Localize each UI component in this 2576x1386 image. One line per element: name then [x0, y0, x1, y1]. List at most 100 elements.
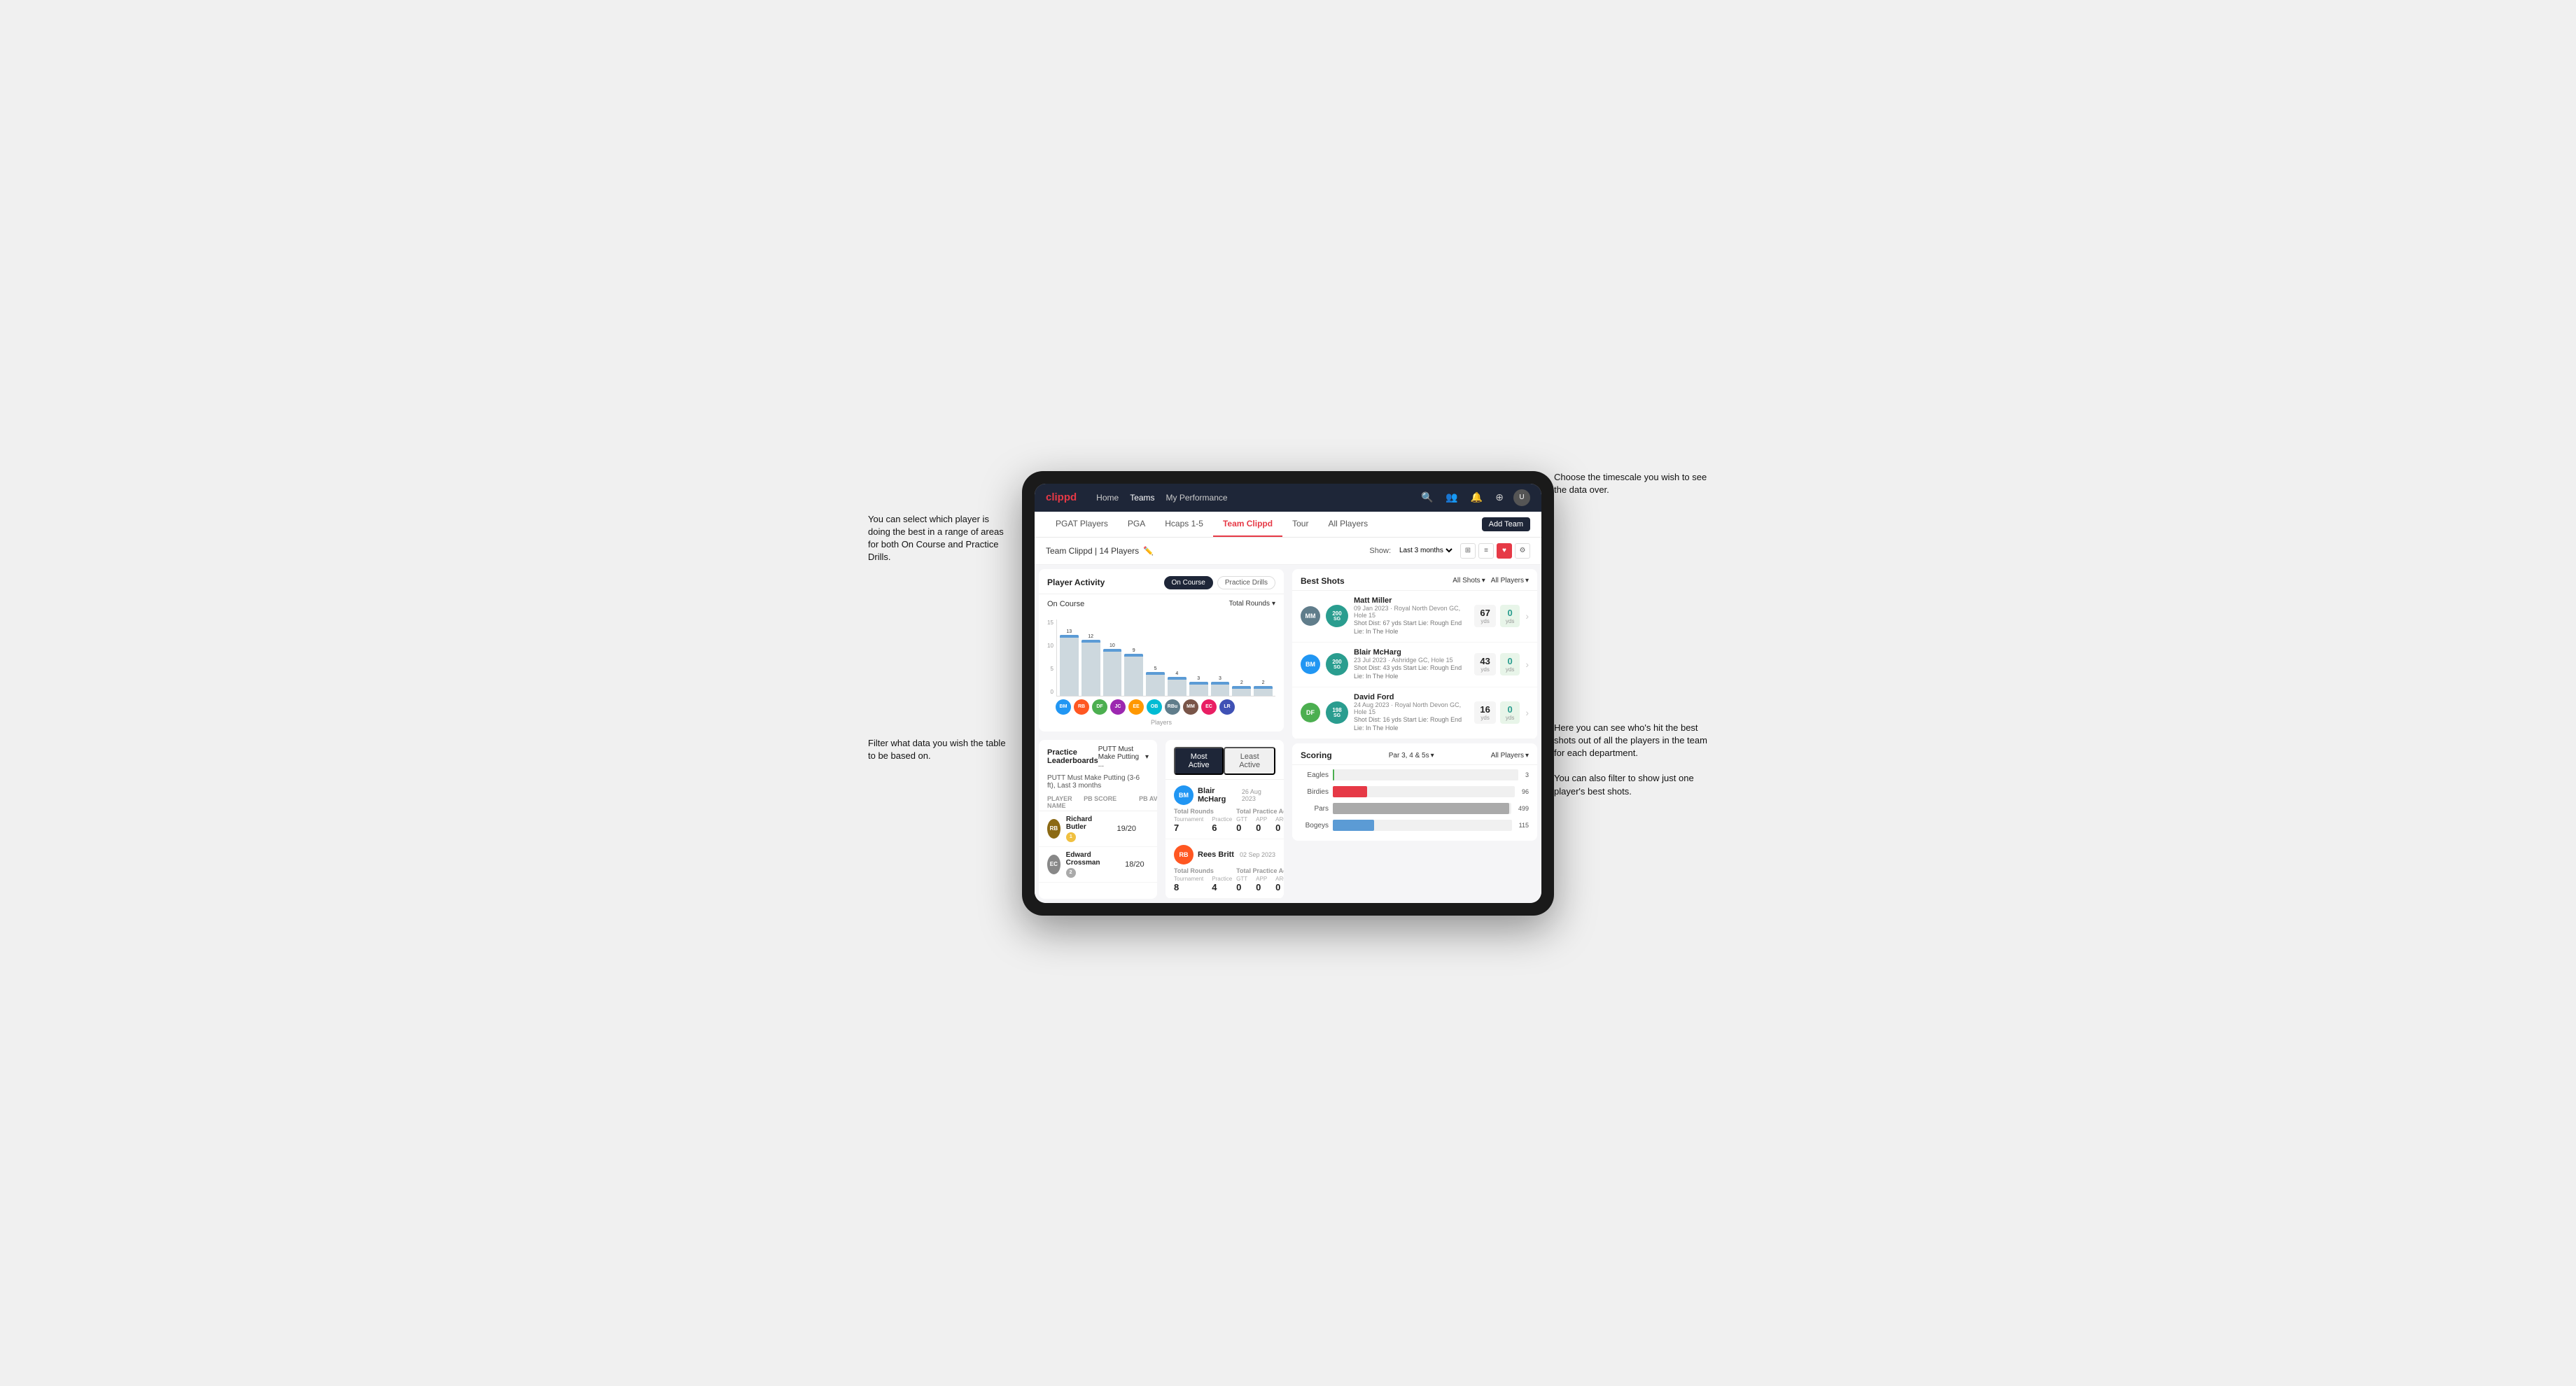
shot-detail-1: Shot Dist: 67 yds Start Lie: Rough End L… — [1354, 619, 1469, 636]
shot-badge-val-3: 198 — [1332, 708, 1341, 713]
bar-fill — [1082, 640, 1100, 696]
bar-col: 10 — [1103, 643, 1122, 696]
leaderboard-panel: Practice Leaderboards PUTT Must Make Put… — [1039, 740, 1157, 899]
grid-view-btn[interactable]: ⊞ — [1460, 543, 1476, 559]
chevron-right-icon-1[interactable]: › — [1525, 610, 1529, 622]
chevron-right-icon-2[interactable]: › — [1525, 659, 1529, 670]
shot-stat-unit-3: yds — [1480, 715, 1490, 721]
scoring-bar-birdies: Birdies 96 — [1301, 786, 1529, 797]
shot-stat-val-zero-3: 0 — [1506, 704, 1514, 715]
lb-subtitle: PUTT Must Make Putting (3-6 ft), Last 3 … — [1039, 773, 1157, 794]
add-team-button[interactable]: Add Team — [1482, 517, 1530, 531]
chart-area: On Course Total Rounds ▾ 15 10 — [1039, 594, 1284, 732]
chart-sub-header: On Course Total Rounds ▾ — [1047, 600, 1275, 608]
lb-header: Practice Leaderboards PUTT Must Make Put… — [1039, 740, 1157, 773]
active-stat-rounds-1: Total Rounds Tournament 7 Practice — [1174, 808, 1232, 833]
player-avatar: DF — [1092, 699, 1107, 715]
shot-avatar-3: DF — [1301, 703, 1320, 722]
bar-fill — [1103, 649, 1122, 696]
player-avatar: BM — [1056, 699, 1071, 715]
shot-player-meta-1: 09 Jan 2023 · Royal North Devon GC, Hole… — [1354, 605, 1469, 619]
shot-player-info-2: Blair McHarg 23 Jul 2023 · Ashridge GC, … — [1354, 648, 1469, 681]
shot-stat-val-1: 67 — [1480, 608, 1490, 618]
tab-pga[interactable]: PGA — [1118, 512, 1155, 537]
active-name-1: Blair McHarg — [1198, 787, 1242, 804]
activities-sub-1: GTT 0 APP 0 — [1236, 816, 1284, 833]
lb-col-avg: PB AVG SQ — [1128, 795, 1157, 809]
bell-icon-btn[interactable]: 🔔 — [1468, 490, 1485, 505]
edit-icon[interactable]: ✏️ — [1143, 546, 1154, 556]
nav-teams[interactable]: Teams — [1130, 491, 1154, 504]
lb-dropdown[interactable]: PUTT Must Make Putting ... ▾ — [1098, 746, 1149, 769]
eagles-count: 3 — [1525, 771, 1529, 778]
shot-stats-2: 43 yds 0 yds — [1474, 653, 1520, 676]
active-stat-rounds-2: Total Rounds Tournament 8 Practice — [1174, 867, 1232, 892]
scoring-bar-eagles: Eagles 3 — [1301, 769, 1529, 780]
activities-sub-2: GTT 0 APP 0 — [1236, 876, 1284, 892]
tab-all-players[interactable]: All Players — [1318, 512, 1378, 537]
lb-name-1: Richard Butler — [1066, 816, 1098, 831]
player-avatar: EC — [1201, 699, 1217, 715]
least-active-tab[interactable]: Least Active — [1224, 747, 1275, 775]
nav-my-performance[interactable]: My Performance — [1166, 491, 1228, 504]
practice-label-1: Practice — [1212, 816, 1232, 822]
scoring-filter-2[interactable]: All Players ▾ — [1491, 752, 1529, 760]
bar-highlight — [1211, 682, 1230, 685]
on-course-tab[interactable]: On Course — [1164, 576, 1213, 589]
pars-label: Pars — [1301, 805, 1329, 813]
bar-fill — [1146, 672, 1165, 695]
settings-view-btn[interactable]: ⚙ — [1515, 543, 1530, 559]
activity-title: Player Activity — [1047, 578, 1105, 587]
shot-item-1: MM 200 SG Matt Miller 09 Jan 2023 · Roya… — [1292, 591, 1537, 643]
shot-detail-2: Shot Dist: 43 yds Start Lie: Rough End L… — [1354, 664, 1469, 681]
bogeys-count: 115 — [1519, 822, 1529, 829]
active-player-top-2: RB Rees Britt 02 Sep 2023 — [1174, 845, 1275, 864]
search-icon-btn[interactable]: 🔍 — [1418, 490, 1436, 505]
bar-value: 12 — [1088, 634, 1093, 639]
annotation-bottom-right: Here you can see who's hit the best shot… — [1554, 709, 1708, 798]
user-avatar[interactable]: U — [1513, 489, 1530, 506]
shot-player-info-3: David Ford 24 Aug 2023 · Royal North Dev… — [1354, 693, 1469, 733]
y-label-15: 15 — [1047, 620, 1054, 626]
bogeys-track — [1333, 820, 1512, 831]
active-stat-activities-1: Total Practice Activities GTT 0 APP — [1236, 808, 1284, 833]
users-icon-btn[interactable]: 👥 — [1443, 490, 1460, 505]
bar-highlight — [1060, 635, 1079, 638]
active-date-2: 02 Sep 2023 — [1240, 851, 1275, 858]
shot-type-filter[interactable]: All Shots ▾ — [1452, 577, 1485, 584]
shot-stat-dist-1: 67 yds — [1474, 605, 1495, 627]
tab-pgat-players[interactable]: PGAT Players — [1046, 512, 1118, 537]
bogeys-label: Bogeys — [1301, 822, 1329, 830]
lb-player-info: RB Richard Butler 1 — [1047, 816, 1098, 842]
nav-home[interactable]: Home — [1096, 491, 1119, 504]
scoring-filter-1[interactable]: Par 3, 4 & 5s ▾ — [1389, 752, 1434, 760]
chart-sub-title: On Course — [1047, 600, 1084, 608]
shot-stat-unit-zero-3: yds — [1506, 715, 1514, 721]
most-active-tab[interactable]: Most Active — [1174, 747, 1224, 775]
chart-x-label: Players — [1047, 719, 1275, 729]
bar-value: 5 — [1154, 666, 1157, 671]
active-avatar-1: BM — [1174, 785, 1194, 805]
bottom-left-grid: Practice Leaderboards PUTT Must Make Put… — [1035, 736, 1288, 903]
heart-view-btn[interactable]: ♥ — [1497, 543, 1512, 559]
team-name: Team Clippd | 14 Players — [1046, 546, 1139, 556]
chevron-down-icon: ▾ — [1431, 752, 1434, 760]
tab-team-clippd[interactable]: Team Clippd — [1213, 512, 1282, 537]
player-filter[interactable]: All Players ▾ — [1491, 577, 1529, 584]
practice-drills-tab[interactable]: Practice Drills — [1217, 576, 1275, 589]
plus-icon-btn[interactable]: ⊕ — [1492, 490, 1506, 505]
chart-dropdown[interactable]: Total Rounds ▾ — [1229, 600, 1275, 608]
chevron-right-icon-3[interactable]: › — [1525, 707, 1529, 718]
tab-hcaps[interactable]: Hcaps 1-5 — [1155, 512, 1213, 537]
y-label-10: 10 — [1047, 643, 1054, 649]
lb-row: RB Richard Butler 1 19/20 110 — [1039, 811, 1157, 847]
shot-stat-unit-2: yds — [1480, 666, 1490, 673]
list-view-btn[interactable]: ≡ — [1478, 543, 1494, 559]
tab-tour[interactable]: Tour — [1282, 512, 1318, 537]
bar-fill — [1124, 654, 1143, 696]
birdies-fill — [1333, 786, 1367, 797]
shots-header: Best Shots All Shots ▾ All Players ▾ — [1292, 569, 1537, 591]
activity-tabs: On Course Practice Drills — [1164, 576, 1275, 589]
practice-val-1: 6 — [1212, 822, 1232, 833]
time-filter-select[interactable]: Last 3 months — [1396, 546, 1455, 555]
